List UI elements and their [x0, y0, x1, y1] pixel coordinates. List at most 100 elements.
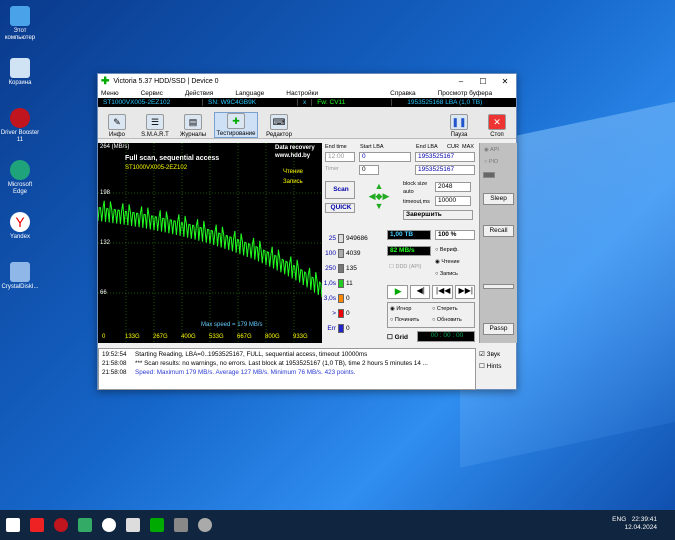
device-info-bar: ST1000VX005-2EZ102 SN: W9C4GB9K x Fw: CV…: [98, 98, 516, 107]
play-icon[interactable]: ▶: [387, 285, 408, 299]
start-lba-input[interactable]: 0: [359, 152, 411, 162]
close-button[interactable]: ✕: [494, 77, 516, 86]
pause-button[interactable]: ❚❚ Пауза: [442, 114, 476, 138]
write-radio[interactable]: ○ Запись: [435, 271, 458, 277]
repair-options: ◉ Игнор ○ Стереть ○ Починить ○ Обновить: [387, 302, 475, 328]
window-title: Victoria 5.37 HDD/SSD | Device 0: [113, 77, 219, 85]
ignore-radio[interactable]: ◉ Игнор: [390, 306, 411, 312]
grid-checkbox[interactable]: ☐ Grid: [387, 333, 408, 341]
menu-item[interactable]: Настройки: [286, 90, 318, 97]
timer-input[interactable]: 0: [359, 165, 379, 175]
block-stat-row: 250 135: [323, 263, 357, 274]
tab-smart[interactable]: ☰ S.M.A.R.T: [138, 114, 172, 138]
skip-back-icon[interactable]: |◀◀: [432, 285, 453, 299]
current-lba-input[interactable]: 1953525167: [415, 165, 475, 175]
driver-booster-taskbar-icon[interactable]: [54, 518, 68, 532]
block-size-select[interactable]: 2048: [435, 182, 471, 192]
quick-button[interactable]: QUICK: [325, 203, 355, 213]
pio-radio[interactable]: ○ PIO: [484, 159, 498, 165]
block-color-swatch: [338, 294, 344, 303]
settings-taskbar-icon[interactable]: [174, 518, 188, 532]
yandex-taskbar-icon[interactable]: [30, 518, 44, 532]
recall-button[interactable]: Recall: [483, 225, 514, 237]
scan-button[interactable]: Scan: [325, 181, 355, 199]
sleep-button[interactable]: Sleep: [483, 193, 514, 205]
end-lba-input[interactable]: 1953525167: [415, 152, 475, 162]
timeout-select[interactable]: 10000: [435, 196, 471, 206]
edge-taskbar-icon[interactable]: [78, 518, 92, 532]
x-tick: 133G: [125, 334, 140, 340]
read-radio[interactable]: ◉ Чтение: [435, 259, 460, 265]
y-scale-label: 264 (MB/s): [100, 144, 130, 150]
block-count: 4039: [346, 250, 361, 257]
block-color-swatch: [338, 279, 344, 288]
back-icon[interactable]: ◀|: [409, 285, 430, 299]
erase-radio[interactable]: ○ Стереть: [432, 306, 458, 312]
start-icon[interactable]: [6, 518, 20, 532]
max-speed-label: Max speed = 179 MB/s: [201, 322, 263, 328]
tab-testing[interactable]: ✚ Тестирование: [214, 112, 258, 138]
skip-end-icon[interactable]: ▶▶|: [454, 285, 475, 299]
desktop-icon-edge[interactable]: Microsoft Edge: [0, 160, 40, 196]
elapsed-clock: 00 : 00 : 00: [417, 331, 475, 342]
direction-pad[interactable]: ▲ ◀◆▶ ▼: [359, 181, 399, 213]
y-tick: 198: [100, 190, 111, 196]
update-radio[interactable]: ○ Обновить: [432, 317, 462, 323]
menu-item[interactable]: Language: [235, 90, 264, 97]
desktop-icon-computer[interactable]: Этот компьютер: [0, 6, 40, 42]
maximize-button[interactable]: ☐: [472, 77, 494, 86]
menu-item[interactable]: Действия: [185, 90, 213, 97]
end-time-input[interactable]: 12:00: [325, 152, 355, 162]
block-color-swatch: [338, 264, 344, 273]
clock[interactable]: 22:39:41: [632, 516, 657, 523]
language-indicator[interactable]: ENG: [612, 516, 626, 523]
block-stat-row: 1,0s 11: [323, 278, 353, 289]
progress-percent: 100 %: [435, 230, 475, 240]
cur-label[interactable]: CUR: [447, 144, 459, 150]
minimize-button[interactable]: –: [450, 77, 472, 86]
hints-checkbox[interactable]: ☐ Hints: [479, 362, 517, 370]
system-tray[interactable]: ENG 22:39:41 12.04.2024: [612, 516, 657, 532]
tab-logs[interactable]: ▤ Журналы: [176, 114, 210, 138]
block-threshold: 3,0s: [323, 295, 336, 302]
sound-checkbox[interactable]: ☑ Звук: [479, 350, 517, 358]
menu-item[interactable]: Сервис: [141, 90, 163, 97]
fix-radio[interactable]: ○ Починить: [390, 317, 419, 323]
block-threshold: 100: [325, 250, 336, 257]
desktop-icon-yandex[interactable]: Y Yandex: [0, 212, 40, 241]
block-stat-row: >0: [323, 308, 350, 319]
y-tick: 132: [100, 240, 111, 246]
browser-taskbar-icon[interactable]: [102, 518, 116, 532]
explorer-taskbar-icon[interactable]: [126, 518, 140, 532]
max-label[interactable]: MAX: [462, 144, 474, 150]
passport-button[interactable]: Passp: [483, 323, 514, 335]
finish-action-select[interactable]: Завершить: [403, 210, 473, 220]
block-stat-row: 3,0s 0: [323, 293, 350, 304]
block-stat-row: Err 0: [323, 323, 350, 334]
date[interactable]: 12.04.2024: [624, 524, 657, 531]
ddd-checkbox[interactable]: ☐ DDD (API): [389, 264, 421, 270]
desktop-icon-driverbooster[interactable]: Driver Booster 11: [0, 108, 40, 144]
computer-icon: [10, 6, 30, 26]
block-size-label: block size: [403, 181, 428, 187]
tab-editor[interactable]: ⌨ Редактор: [262, 114, 296, 138]
verify-radio[interactable]: ○ Вериф.: [435, 247, 459, 253]
eject-button[interactable]: x: [298, 99, 313, 106]
block-color-swatch: [338, 324, 344, 333]
menu-item[interactable]: Меню: [101, 90, 119, 97]
desktop-icon-crystaldisk[interactable]: CrystalDiskI...: [0, 262, 40, 291]
stop-button[interactable]: ✕ Стоп: [480, 114, 514, 138]
tab-info[interactable]: ✎ Инфо: [100, 114, 134, 138]
victoria-taskbar-icon[interactable]: [150, 518, 164, 532]
menu-item[interactable]: Справка: [390, 90, 416, 97]
app-taskbar-icon[interactable]: [198, 518, 212, 532]
aux-button[interactable]: [483, 284, 514, 289]
device-model: ST1000VX005-2EZ102: [98, 99, 203, 106]
crystaldisk-icon: [10, 262, 30, 282]
api-radio[interactable]: ◉ API: [484, 147, 499, 153]
end-time-label: End time: [325, 144, 347, 150]
log-message: Starting Reading, LBA=0..1953525167, FUL…: [135, 351, 368, 358]
buffer-view-link[interactable]: Просмотр буфера: [438, 90, 492, 97]
desktop-icon-recycle[interactable]: Корзина: [0, 58, 40, 87]
log-time: 21:58:08: [102, 360, 127, 367]
